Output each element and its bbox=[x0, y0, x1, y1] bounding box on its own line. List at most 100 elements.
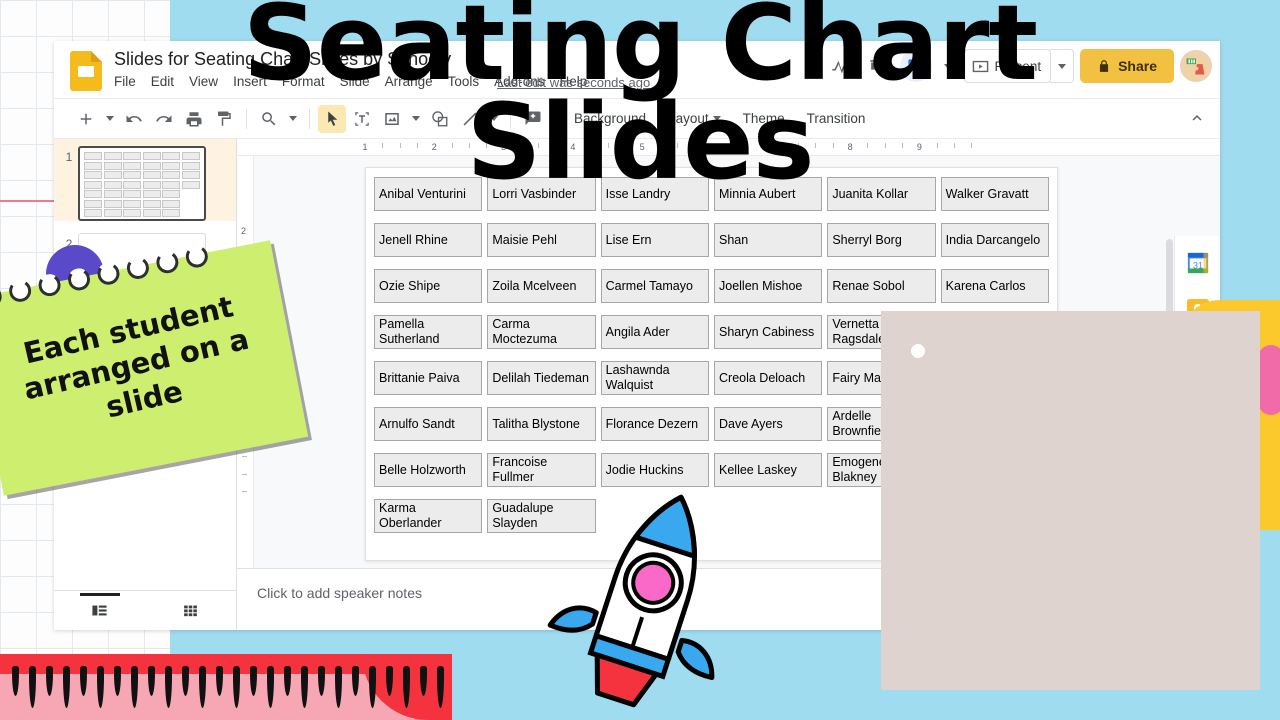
insert-image-icon[interactable] bbox=[378, 105, 406, 133]
last-edit-status[interactable]: Last edit was seconds ago bbox=[497, 75, 650, 90]
new-slide-chevron-down-icon[interactable] bbox=[102, 105, 118, 133]
line-chevron-down-icon[interactable] bbox=[486, 105, 502, 133]
thumbnail-seat-cell bbox=[182, 209, 200, 217]
menu-item-slide[interactable]: Slide bbox=[340, 74, 370, 89]
menu-item-tools[interactable]: Tools bbox=[448, 74, 480, 89]
layout-button[interactable]: Layout bbox=[658, 106, 731, 132]
thumbnail-seat-cell bbox=[182, 200, 200, 208]
seat-cell[interactable]: Lashawnda Walquist bbox=[600, 361, 709, 395]
seat-cell[interactable]: Jenell Rhine bbox=[374, 223, 483, 257]
seat-cell[interactable]: Shan bbox=[714, 223, 823, 257]
seat-cell[interactable]: Minnia Aubert bbox=[714, 177, 823, 211]
seat-cell[interactable]: Karena Carlos bbox=[940, 269, 1049, 303]
ruler-number: 8 bbox=[847, 142, 853, 152]
ruler-number: 7 bbox=[778, 142, 784, 152]
seat-cell[interactable]: Karma Oberlander bbox=[374, 499, 483, 533]
seat-cell[interactable]: Dave Ayers bbox=[714, 407, 823, 441]
new-slide-plus-icon[interactable] bbox=[72, 105, 100, 133]
horizontal-ruler[interactable]: 1 2 3 4 5 6 7 8 9 bbox=[237, 139, 1220, 156]
ruler-tick-mark bbox=[46, 666, 53, 696]
seat-cell[interactable]: Juanita Kollar bbox=[827, 177, 936, 211]
seat-cell[interactable]: India Darcangelo bbox=[940, 223, 1049, 257]
present-button[interactable]: Present bbox=[963, 49, 1052, 83]
chevron-down-icon[interactable] bbox=[938, 52, 958, 80]
zoom-icon[interactable] bbox=[255, 105, 283, 133]
seat-cell[interactable]: Ozie Shipe bbox=[374, 269, 483, 303]
seat-cell[interactable]: Angila Ader bbox=[600, 315, 709, 349]
shape-icon[interactable] bbox=[426, 105, 454, 133]
image-chevron-down-icon[interactable] bbox=[408, 105, 424, 133]
menu-item-view[interactable]: View bbox=[189, 74, 218, 89]
ruler-tick-mark bbox=[369, 666, 376, 708]
presentation-mode-icon[interactable] bbox=[862, 50, 894, 82]
line-icon[interactable] bbox=[456, 105, 484, 133]
seat-cell[interactable]: Creola Deloach bbox=[714, 361, 823, 395]
seat-cell[interactable]: Anibal Venturini bbox=[374, 177, 483, 211]
transition-button[interactable]: Transition bbox=[797, 106, 876, 132]
ruler-tick-mark bbox=[97, 666, 104, 708]
thumbnail-seat-cell bbox=[142, 161, 161, 170]
seat-cell[interactable]: Sherryl Borg bbox=[827, 223, 936, 257]
card-seat bbox=[1127, 471, 1202, 530]
menu-item-file[interactable]: File bbox=[114, 74, 136, 89]
text-box-icon[interactable] bbox=[348, 105, 376, 133]
ruler-number: 5 bbox=[639, 142, 645, 152]
ruler-tick-mark bbox=[216, 666, 223, 696]
share-button[interactable]: Share bbox=[1080, 49, 1174, 83]
menu-item-insert[interactable]: Insert bbox=[233, 74, 267, 89]
print-icon[interactable] bbox=[180, 105, 208, 133]
comment-icon[interactable] bbox=[519, 105, 547, 133]
comment-history-icon[interactable] bbox=[899, 50, 932, 82]
document-title[interactable]: Slides for Seating Chart Slides by Schoo… bbox=[114, 49, 451, 70]
ruler-tick-mark bbox=[335, 666, 342, 708]
seat-cell[interactable]: Carmel Tamayo bbox=[600, 269, 709, 303]
redo-icon[interactable] bbox=[150, 105, 178, 133]
ruler-number: 2 bbox=[431, 142, 437, 152]
seat-cell[interactable]: Belle Holzworth bbox=[374, 453, 483, 487]
zoom-chevron-down-icon[interactable] bbox=[285, 105, 301, 133]
card-inner-panel bbox=[911, 344, 1231, 658]
seat-cell[interactable]: Maisie Pehl bbox=[487, 223, 596, 257]
ruler-tick bbox=[624, 143, 626, 148]
seat-cell[interactable]: Joellen Mishoe bbox=[714, 269, 823, 303]
seat-cell[interactable]: Lorri Vasbinder bbox=[487, 177, 596, 211]
seat-cell[interactable]: Florance Dezern bbox=[600, 407, 709, 441]
seat-cell[interactable]: Lise Ern bbox=[600, 223, 709, 257]
background-button[interactable]: Background bbox=[564, 106, 656, 132]
collapse-toolbar-chevron-up-icon[interactable] bbox=[1188, 109, 1206, 132]
seat-cell[interactable]: Isse Landry bbox=[600, 177, 709, 211]
slide-thumbnail[interactable] bbox=[78, 146, 206, 221]
seat-cell[interactable]: Talitha Blystone bbox=[487, 407, 596, 441]
ruler-tick-mark bbox=[12, 666, 19, 696]
filmstrip-view-icon[interactable] bbox=[54, 602, 145, 619]
seat-cell[interactable]: Walker Gravatt bbox=[940, 177, 1049, 211]
user-avatar[interactable] bbox=[1180, 50, 1212, 82]
version-history-icon[interactable] bbox=[824, 50, 856, 82]
menu-item-arrange[interactable]: Arrange bbox=[385, 74, 433, 89]
google-calendar-icon[interactable]: 31 bbox=[1187, 252, 1209, 274]
seat-cell[interactable]: Renae Sobol bbox=[827, 269, 936, 303]
ruler-tick-mark bbox=[80, 666, 87, 696]
menu-item-format[interactable]: Format bbox=[282, 74, 325, 89]
thumbnail-seat-cell bbox=[84, 171, 103, 179]
menu-item-edit[interactable]: Edit bbox=[151, 74, 174, 89]
seat-cell[interactable]: Sharyn Cabiness bbox=[714, 315, 823, 349]
undo-icon[interactable] bbox=[120, 105, 148, 133]
thumbnail-seat-cell bbox=[181, 152, 200, 160]
seat-cell[interactable]: Brittanie Paiva bbox=[374, 361, 483, 395]
ruler-tick bbox=[884, 143, 886, 148]
seat-cell[interactable]: Pamella Sutherland bbox=[374, 315, 483, 349]
seat-cell[interactable]: Delilah Tiedeman bbox=[487, 361, 596, 395]
select-cursor-icon[interactable] bbox=[318, 104, 346, 133]
filmstrip-slide-1[interactable]: 1 bbox=[54, 139, 236, 221]
grid-view-icon[interactable] bbox=[145, 602, 236, 619]
theme-button[interactable]: Theme bbox=[733, 106, 795, 132]
seat-cell[interactable]: Arnulfo Sandt bbox=[374, 407, 483, 441]
seat-cell[interactable]: Carma Moctezuma bbox=[487, 315, 596, 349]
present-options-chevron-icon[interactable] bbox=[1050, 49, 1075, 83]
thumbnail-seat-cell bbox=[123, 161, 142, 170]
thumbnail-seat-cell bbox=[84, 209, 103, 217]
ruler-tick-mark bbox=[318, 666, 325, 696]
paint-format-icon[interactable] bbox=[210, 105, 238, 133]
seat-cell[interactable]: Zoila Mcelveen bbox=[487, 269, 596, 303]
